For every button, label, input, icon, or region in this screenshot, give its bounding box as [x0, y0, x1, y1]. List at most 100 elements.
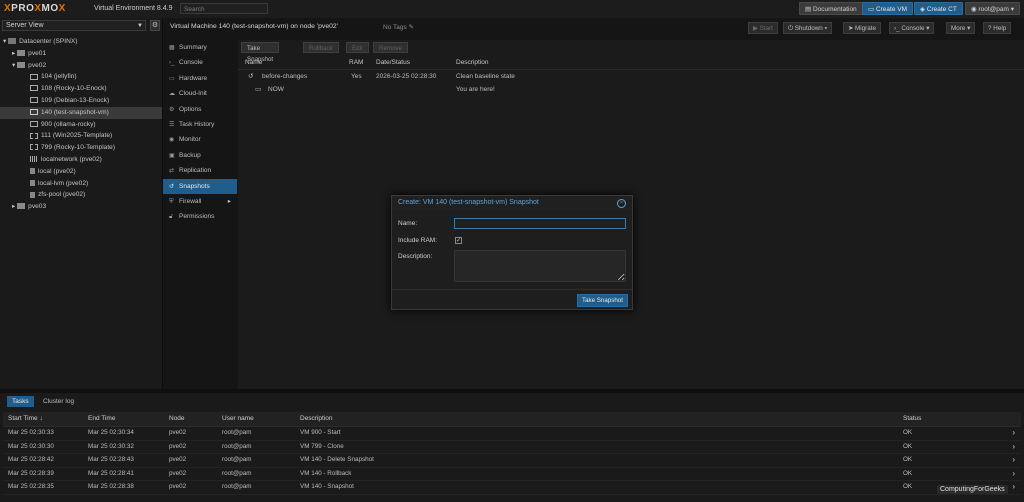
documentation-button[interactable]: ▤ Documentation	[799, 2, 863, 15]
nav-item-cloud-init[interactable]: ☁ Cloud-Init	[163, 86, 237, 101]
tree-item-vm-108[interactable]: 108 (Rocky-10-Enock)	[0, 83, 162, 95]
close-icon[interactable]: ×	[617, 199, 626, 208]
history-icon: ↺	[248, 73, 254, 80]
col-user[interactable]: User name	[222, 412, 254, 426]
chevron-right-icon[interactable]: ›	[1012, 441, 1015, 454]
tree-item-vm-900[interactable]: 900 (ollama-rocky)	[0, 119, 162, 131]
col-start-time[interactable]: Start Time ↓	[8, 412, 43, 426]
nav-item-permissions[interactable]: 🔓︎ Permissions	[163, 209, 237, 224]
tree-item-vm-104[interactable]: 104 (jellyfin)	[0, 71, 162, 83]
server-icon	[17, 50, 26, 57]
list-icon: ☰	[169, 121, 175, 128]
col-name[interactable]: Name	[245, 56, 262, 69]
vm-icon	[30, 120, 38, 127]
vm-icon	[30, 97, 38, 104]
sort-down-icon: ↓	[39, 415, 43, 422]
take-snapshot-button[interactable]: Take Snapshot	[241, 42, 280, 63]
top-bar: XPROXMOX Virtual Environment 8.4.9 Searc…	[0, 0, 1024, 19]
create-ct-button[interactable]: ◈ Create CT	[914, 2, 963, 15]
table-row[interactable]: Mar 25 02:28:42 Mar 25 02:28:43 pve02 ro…	[3, 454, 1021, 468]
help-button[interactable]: ? Help	[983, 22, 1012, 34]
tree-item-storage-zfs-pool[interactable]: zfs-pool (pve02)	[0, 189, 162, 201]
col-status[interactable]: Status	[903, 412, 921, 426]
col-node[interactable]: Node	[169, 412, 185, 426]
table-row[interactable]: Mar 25 02:30:33 Mar 25 02:30:34 pve02 ro…	[3, 427, 1021, 441]
tree-item-vm-140[interactable]: 140 (test-snapshot-vm)	[0, 106, 162, 119]
snapshot-row[interactable]: ↺ before-changes Yes 2026-03-25 02:28:30…	[238, 70, 1024, 83]
nav-item-snapshots[interactable]: ↺ Snapshots	[163, 178, 237, 194]
storage-icon	[30, 168, 35, 175]
nav-item-monitor[interactable]: ◉ Monitor	[163, 132, 237, 147]
nav-item-summary[interactable]: ▦ Summary	[163, 40, 237, 55]
nav-item-task-history[interactable]: ☰ Task History	[163, 117, 237, 132]
col-description[interactable]: Description	[300, 412, 333, 426]
tree-item-storage-local-lvm[interactable]: local-lvm (pve02)	[0, 178, 162, 190]
tags-editor[interactable]: No Tags ✎	[383, 23, 414, 31]
tree-item-pve03[interactable]: ▸ pve03	[0, 201, 162, 213]
col-end-time[interactable]: End Time	[88, 412, 115, 426]
edit-button[interactable]: Edit	[346, 42, 369, 53]
col-ram[interactable]: RAM	[349, 56, 363, 69]
tree-item-vm-109[interactable]: 109 (Debian-13-Enock)	[0, 95, 162, 107]
include-ram-checkbox[interactable]: ✓	[455, 237, 462, 244]
chevron-right-icon[interactable]: ›	[1012, 427, 1015, 440]
tree-item-datacenter[interactable]: ▾ Datacenter (SPINX)	[0, 36, 162, 48]
floppy-icon: ▣	[169, 152, 175, 159]
chevron-right-icon[interactable]: ›	[1012, 481, 1015, 494]
dialog-title: Create: VM 140 (test-snapshot-vm) Snapsh…	[392, 196, 632, 210]
snapshot-row[interactable]: ▭ NOW You are here!	[238, 83, 1024, 96]
nav-item-console[interactable]: ›_ Console	[163, 55, 237, 70]
user-menu-button[interactable]: ◉ root@pam ▾	[965, 2, 1021, 15]
tree-item-storage-local[interactable]: local (pve02)	[0, 166, 162, 178]
create-vm-button[interactable]: ▭ Create VM	[862, 2, 914, 15]
chevron-right-icon: ▸	[227, 197, 231, 205]
tree-item-template-111[interactable]: 111 (Win2025-Template)	[0, 130, 162, 142]
gear-icon[interactable]: ⚙	[150, 20, 160, 31]
chevron-down-icon: ▾	[822, 25, 828, 32]
col-date[interactable]: Date/Status	[376, 56, 410, 69]
table-row[interactable]: Mar 25 02:28:39 Mar 25 02:28:41 pve02 ro…	[3, 468, 1021, 482]
remove-button[interactable]: Remove	[373, 42, 409, 53]
col-description[interactable]: Description	[456, 56, 489, 69]
watermark: ComputingForGeeks	[937, 485, 1008, 494]
resource-tree-panel: Server View ▼ ⚙ ▾ Datacenter (SPINX) ▸ pv…	[0, 18, 163, 389]
chevron-down-icon: ▾	[924, 25, 930, 32]
search-input[interactable]: Search	[180, 3, 268, 14]
tab-cluster-log[interactable]: Cluster log	[38, 396, 79, 407]
tree-item-pve02[interactable]: ▾ pve02	[0, 60, 162, 72]
view-selector[interactable]: Server View ▼	[2, 20, 146, 31]
nav-item-hardware[interactable]: ▭ Hardware	[163, 71, 237, 86]
snapshot-name-input[interactable]	[454, 218, 626, 229]
chevron-right-icon[interactable]: ›	[1012, 468, 1015, 481]
tree-item-pve01[interactable]: ▸ pve01	[0, 48, 162, 60]
retweet-icon: ⇄	[169, 168, 175, 175]
table-row[interactable]: Mar 25 02:28:35 Mar 25 02:28:38 pve02 ro…	[3, 481, 1021, 495]
nav-item-backup[interactable]: ▣ Backup	[163, 148, 237, 163]
network-icon	[30, 156, 38, 163]
take-snapshot-submit-button[interactable]: Take Snapshot	[577, 294, 628, 307]
tab-tasks[interactable]: Tasks	[7, 396, 34, 407]
play-icon: ▶	[753, 25, 760, 32]
storage-icon	[30, 179, 35, 186]
server-icon	[17, 203, 26, 210]
table-row[interactable]: Mar 25 02:30:30 Mar 25 02:30:32 pve02 ro…	[3, 441, 1021, 455]
start-button[interactable]: ▶ Start	[748, 22, 778, 34]
send-icon: ➤	[848, 25, 856, 32]
more-button[interactable]: More ▾	[946, 22, 976, 34]
nav-item-options[interactable]: ⚙ Options	[163, 102, 237, 117]
shutdown-button[interactable]: ⏻ Shutdown ▾	[783, 22, 833, 34]
migrate-button[interactable]: ➤ Migrate	[843, 22, 882, 34]
nav-item-replication[interactable]: ⇄ Replication	[163, 163, 237, 178]
storage-icon	[30, 191, 35, 198]
chevron-right-icon[interactable]: ›	[1012, 454, 1015, 467]
book-icon: ▤	[805, 6, 813, 13]
rollback-button[interactable]: Rollback	[303, 42, 339, 53]
description-textarea[interactable]	[454, 250, 626, 282]
resource-tree: ▾ Datacenter (SPINX) ▸ pve01 ▾ pve02 104…	[0, 36, 162, 213]
tree-item-template-799[interactable]: 799 (Rocky-10-Template)	[0, 142, 162, 154]
tree-item-localnetwork[interactable]: localnetwork (pve02)	[0, 154, 162, 166]
power-icon: ⏻	[788, 25, 795, 32]
console-button[interactable]: ›_ Console ▾	[889, 22, 935, 34]
nav-item-firewall[interactable]: ⛨ Firewall ▸	[163, 194, 237, 209]
history-icon: ↺	[169, 183, 175, 190]
